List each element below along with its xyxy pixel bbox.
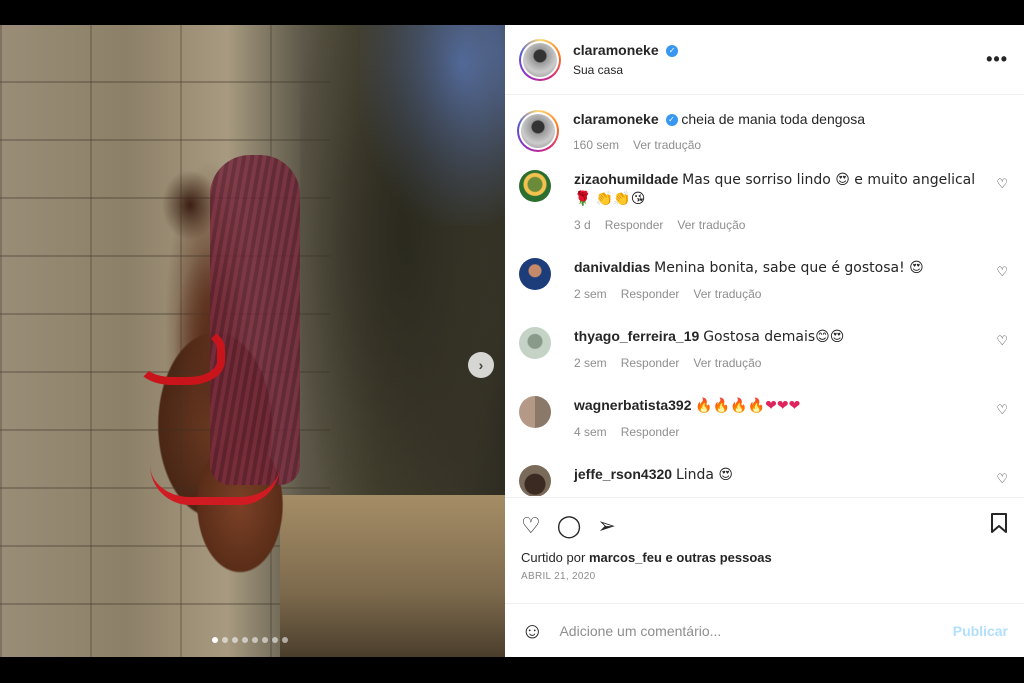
header-username[interactable]: claramoneke	[573, 42, 659, 58]
reply-button[interactable]: Responder	[621, 356, 680, 370]
comment-time[interactable]: 2 sem	[574, 356, 607, 370]
avatar[interactable]	[519, 170, 551, 202]
post-actions: ♡ ◯ ➢ Curtido por marcos_feu e outras pe…	[505, 497, 1024, 582]
post-date[interactable]: ABRIL 21, 2020	[521, 571, 1008, 582]
heart-icon[interactable]: ♡	[521, 513, 541, 539]
comments-list[interactable]: claramoneke ✓ cheia de mania toda dengos…	[505, 96, 1024, 496]
comment-text: Gostosa demais😊😍	[703, 329, 845, 345]
comment-item: wagnerbatista392 🔥🔥🔥🔥❤❤❤ 4 sem Responder…	[519, 396, 1008, 439]
verified-icon: ✓	[665, 114, 678, 127]
carousel-dot	[262, 637, 268, 643]
post-modal: › claramoneke ✓ Sua casa ••• claramoneke…	[0, 25, 1024, 657]
comment-text: Menina bonita, sabe que é gostosa! 😍	[654, 260, 924, 276]
translate-link[interactable]: Ver tradução	[693, 287, 761, 301]
comment-time[interactable]: 2 sem	[574, 287, 607, 301]
bush	[300, 25, 505, 545]
avatar[interactable]	[517, 110, 559, 152]
heart-icon[interactable]: ♡	[996, 176, 1008, 192]
post-details-panel: claramoneke ✓ Sua casa ••• claramoneke ✓…	[505, 25, 1024, 657]
caption-time[interactable]: 160 sem	[573, 138, 619, 152]
comment-item: jeffe_rson4320 Linda 😍 ♡	[519, 465, 1008, 496]
caption: claramoneke ✓ cheia de mania toda dengos…	[517, 110, 1008, 152]
reply-button[interactable]: Responder	[621, 425, 680, 439]
bookmark-icon[interactable]	[990, 512, 1008, 540]
reply-button[interactable]: Responder	[605, 218, 664, 232]
liker-username[interactable]: marcos_feu	[589, 550, 662, 565]
avatar[interactable]	[519, 465, 551, 496]
translate-link[interactable]: Ver tradução	[677, 218, 745, 232]
avatar[interactable]	[519, 327, 551, 359]
chevron-right-icon[interactable]: ›	[468, 352, 494, 378]
comment-username[interactable]: thyago_ferreira_19	[574, 328, 699, 344]
carousel-dot	[272, 637, 278, 643]
caption-text: cheia de mania toda dengosa	[681, 111, 866, 127]
heart-icon[interactable]: ♡	[996, 471, 1008, 487]
carousel-dot	[282, 637, 288, 643]
comment-item: thyago_ferreira_19 Gostosa demais😊😍 2 se…	[519, 327, 1008, 370]
avatar[interactable]	[519, 396, 551, 428]
add-comment-bar: ☺ Publicar	[505, 603, 1024, 657]
comment-username[interactable]: zizaohumildade	[574, 171, 678, 187]
avatar-image	[523, 42, 557, 77]
publish-button[interactable]: Publicar	[953, 623, 1008, 639]
translate-link[interactable]: Ver tradução	[633, 138, 701, 152]
comment-username[interactable]: jeffe_rson4320	[574, 466, 672, 482]
post-photo[interactable]: ›	[0, 25, 505, 657]
post-header: claramoneke ✓ Sua casa •••	[505, 25, 1024, 95]
heart-icon[interactable]: ♡	[996, 264, 1008, 280]
comment-item: zizaohumildade Mas que sorriso lindo 😍 e…	[519, 170, 1008, 232]
red-bikini-top	[135, 325, 225, 385]
reply-button[interactable]: Responder	[621, 287, 680, 301]
comment-text: Linda 😍	[675, 467, 734, 483]
verified-icon: ✓	[666, 44, 679, 57]
comment-item: danivaldias Menina bonita, sabe que é go…	[519, 258, 1008, 301]
likes-suffix[interactable]: e outras pessoas	[666, 550, 772, 565]
heart-icon[interactable]: ♡	[996, 402, 1008, 418]
avatar[interactable]	[519, 38, 561, 81]
carousel-dot	[242, 637, 248, 643]
avatar-image	[521, 114, 555, 148]
carousel-dot	[252, 637, 258, 643]
avatar[interactable]	[519, 258, 551, 290]
share-icon[interactable]: ➢	[597, 513, 615, 539]
location-link[interactable]: Sua casa	[573, 63, 986, 77]
carousel-dots	[212, 637, 288, 643]
comment-username[interactable]: wagnerbatista392	[574, 397, 692, 413]
likes-summary: Curtido por marcos_feu e outras pessoas	[521, 550, 1008, 565]
likes-prefix: Curtido por	[521, 550, 586, 565]
emoji-icon[interactable]: ☺	[521, 618, 543, 644]
braided-hair	[210, 155, 300, 485]
comment-icon[interactable]: ◯	[557, 513, 582, 539]
carousel-dot	[222, 637, 228, 643]
comment-input[interactable]	[559, 622, 953, 639]
carousel-dot	[212, 637, 218, 643]
red-bikini-bottom	[150, 465, 280, 505]
translate-link[interactable]: Ver tradução	[693, 356, 761, 370]
comment-time[interactable]: 3 d	[574, 218, 591, 232]
comment-time[interactable]: 4 sem	[574, 425, 607, 439]
comment-text: 🔥🔥🔥🔥❤❤❤	[695, 398, 801, 414]
heart-icon[interactable]: ♡	[996, 333, 1008, 349]
comment-username[interactable]: danivaldias	[574, 259, 650, 275]
carousel-dot	[232, 637, 238, 643]
ground	[280, 495, 505, 657]
more-options-icon[interactable]: •••	[986, 49, 1008, 70]
caption-username[interactable]: claramoneke	[573, 111, 659, 127]
